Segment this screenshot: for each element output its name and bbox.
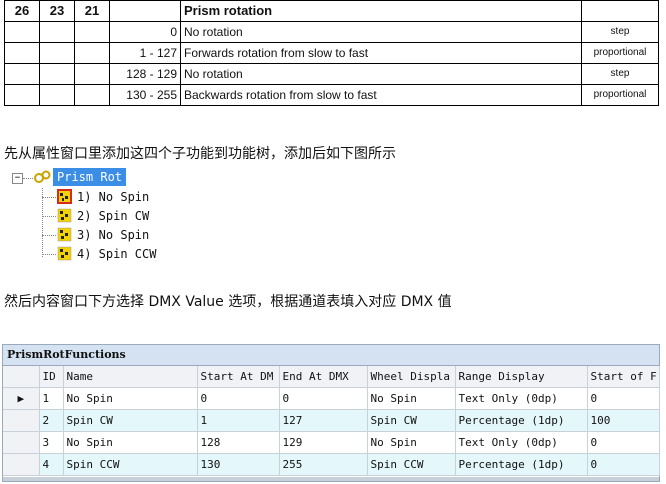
cell-id[interactable]: 1 (39, 387, 64, 410)
spec-type: proportional (581, 42, 659, 64)
tree-connector (42, 188, 43, 257)
cell-start-of-f[interactable]: 0 (587, 387, 660, 410)
grid-scrollbar[interactable] (3, 477, 659, 481)
cell-name[interactable]: Spin CW (63, 409, 198, 432)
spec-desc: Backwards rotation from slow to fast (180, 84, 582, 106)
table-row[interactable]: ▶ 1 No Spin 0 0 No Spin Text Only (0dp) … (3, 387, 660, 410)
spec-desc: No rotation (180, 21, 582, 43)
cell-range-display[interactable]: Text Only (0dp) (455, 431, 588, 454)
cell-id[interactable]: 3 (39, 431, 64, 454)
column-header-wheel-display[interactable]: Wheel Displa (367, 366, 456, 388)
cell-end-dmx[interactable]: 129 (279, 431, 368, 454)
cell-range-display[interactable]: Percentage (1dp) (455, 409, 588, 432)
spec-range: 1 - 127 (109, 42, 181, 64)
spec-range: 130 - 255 (109, 84, 181, 106)
collapse-toggle[interactable]: − (12, 173, 23, 184)
cell-start-of-f[interactable]: 0 (587, 431, 660, 454)
grid-title: PrismRotFunctions (3, 345, 659, 366)
row-pointer-icon[interactable]: ▶ (3, 387, 40, 410)
spec-desc: Forwards rotation from slow to fast (180, 42, 582, 64)
spec-header-cell: 21 (74, 0, 110, 22)
cell-wheel-display[interactable]: No Spin (367, 387, 456, 410)
cell-start-of-f[interactable]: 100 (587, 409, 660, 432)
column-header-name[interactable]: Name (63, 366, 198, 388)
cell-start-dmx[interactable]: 1 (197, 409, 280, 432)
cell-end-dmx[interactable]: 255 (279, 453, 368, 476)
instruction-text-1: 先从属性窗口里添加这四个子功能到功能树，添加后如下图所示 (4, 146, 396, 162)
table-row[interactable]: 2 Spin CW 1 127 Spin CW Percentage (1dp)… (3, 409, 660, 432)
cell-name[interactable]: No Spin (63, 431, 198, 454)
spin-icon (57, 208, 72, 223)
instruction-text-2: 然后内容窗口下方选择 DMX Value 选项，根据通道表填入对应 DMX 值 (4, 294, 452, 310)
column-header-start-of-f[interactable]: Start of F (587, 366, 660, 388)
cell-id[interactable]: 4 (39, 453, 64, 476)
spec-header-title: Prism rotation (180, 0, 582, 22)
grid-table: ID Name Start At DM End At DMX Wheel Dis… (3, 366, 660, 476)
column-header-id[interactable]: ID (39, 366, 64, 388)
row-pointer-icon[interactable] (3, 453, 40, 476)
cell-start-dmx[interactable]: 128 (197, 431, 280, 454)
cell-name[interactable]: Spin CCW (63, 453, 198, 476)
spin-icon (57, 227, 72, 242)
spec-header-cell: 26 (4, 0, 40, 22)
channel-spec-table: 26 23 21 Prism rotation 0 No rotation st… (4, 0, 659, 106)
spec-header-cell (581, 0, 659, 22)
spec-type: proportional (581, 84, 659, 106)
spec-type: step (581, 63, 659, 85)
spec-range: 128 - 129 (109, 63, 181, 85)
tree-connector (23, 178, 33, 179)
cell-id[interactable]: 2 (39, 409, 64, 432)
cell-end-dmx[interactable]: 127 (279, 409, 368, 432)
cell-wheel-display[interactable]: Spin CW (367, 409, 456, 432)
spin-red-icon (57, 189, 72, 204)
cell-range-display[interactable]: Percentage (1dp) (455, 453, 588, 476)
spec-header-cell: 23 (39, 0, 75, 22)
spec-desc: No rotation (180, 63, 582, 85)
cell-wheel-display[interactable]: Spin CCW (367, 453, 456, 476)
row-pointer-icon[interactable] (3, 409, 40, 432)
tree-node-label: 3) No Spin (77, 228, 150, 242)
cell-start-of-f[interactable]: 0 (587, 453, 660, 476)
cell-wheel-display[interactable]: No Spin (367, 431, 456, 454)
spin-icon (57, 246, 72, 261)
grid-header-row: ID Name Start At DM End At DMX Wheel Dis… (3, 366, 660, 388)
spec-row: 128 - 129 No rotation step (4, 63, 659, 85)
column-header-end-dmx[interactable]: End At DMX (279, 366, 368, 388)
tree-node-label: 1) No Spin (77, 190, 150, 204)
column-header-start-dmx[interactable]: Start At DM (197, 366, 280, 388)
spec-type: step (581, 21, 659, 43)
spec-row: 1 - 127 Forwards rotation from slow to f… (4, 42, 659, 64)
spec-row: 0 No rotation step (4, 21, 659, 43)
function-tree: − Prism Rot 1) No Spin 2) Spin CW 3) No … (12, 168, 232, 268)
tree-node-label: 4) Spin CCW (77, 247, 157, 261)
tree-node-label: 2) Spin CW (77, 209, 150, 223)
spec-header-row: 26 23 21 Prism rotation (4, 0, 659, 22)
column-header-range-display[interactable]: Range Display (455, 366, 588, 388)
spec-row: 130 - 255 Backwards rotation from slow t… (4, 84, 659, 106)
table-row[interactable]: 4 Spin CCW 130 255 Spin CCW Percentage (… (3, 453, 660, 476)
cell-name[interactable]: No Spin (63, 387, 198, 410)
spec-range: 0 (109, 21, 181, 43)
tree-root-prism-rot[interactable]: Prism Rot (53, 168, 127, 186)
cell-range-display[interactable]: Text Only (0dp) (455, 387, 588, 410)
row-header-corner (3, 366, 40, 388)
cell-end-dmx[interactable]: 0 (279, 387, 368, 410)
row-pointer-icon[interactable] (3, 431, 40, 454)
cell-start-dmx[interactable]: 0 (197, 387, 280, 410)
table-row[interactable]: 3 No Spin 128 129 No Spin Text Only (0dp… (3, 431, 660, 454)
prism-rot-functions-grid: PrismRotFunctions ID Name Start At DM En… (2, 344, 660, 482)
cell-start-dmx[interactable]: 130 (197, 453, 280, 476)
function-group-icon (34, 170, 51, 183)
spec-header-cell (109, 0, 181, 22)
